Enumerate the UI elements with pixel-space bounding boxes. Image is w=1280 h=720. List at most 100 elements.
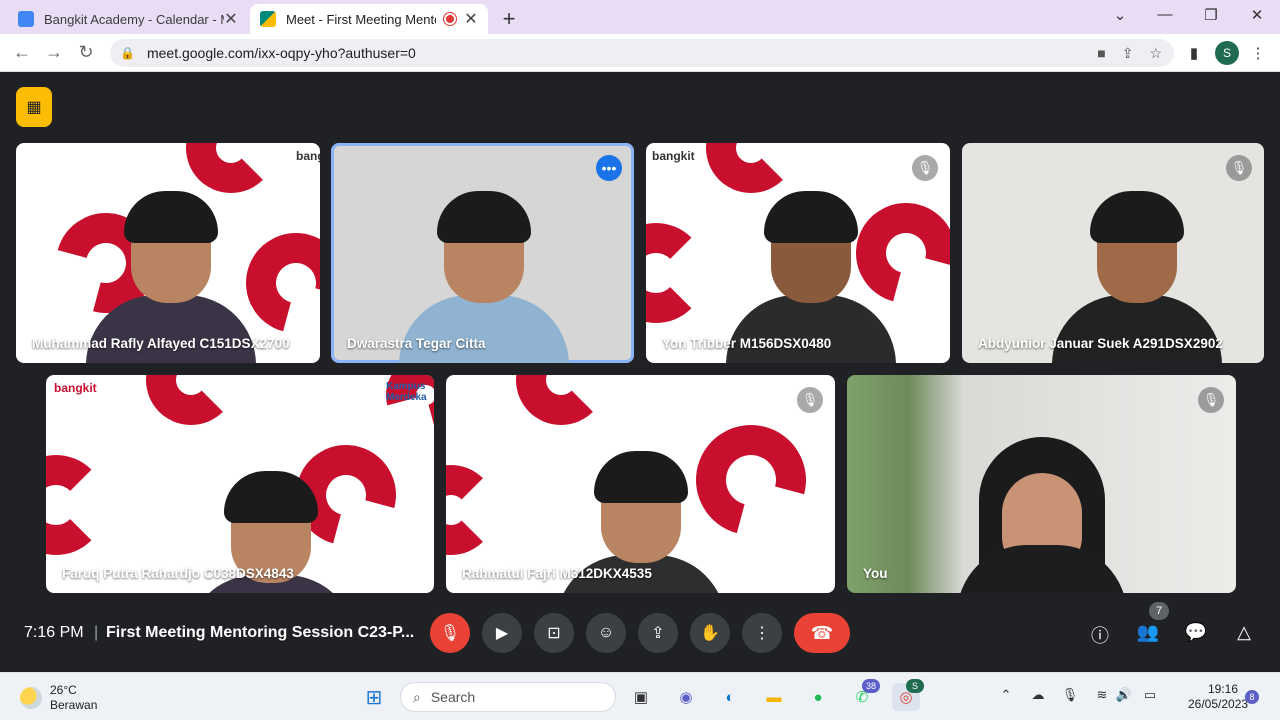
more-options-icon[interactable]: •••: [596, 155, 622, 181]
meet-stage: ▦ bangkit Muhammad Rafly Alfayed C151DSX…: [0, 72, 1280, 672]
bangkit-logo: bangkit: [296, 149, 320, 163]
chrome-menu-icon[interactable]: ⋮: [1248, 44, 1268, 62]
url-text: meet.google.com/ixx-oqpy-yho?authuser=0: [146, 45, 416, 61]
mic-off-icon: 🎙: [1226, 155, 1252, 181]
close-tab-icon[interactable]: ✕: [464, 9, 478, 29]
close-window-icon[interactable]: ✕: [1247, 6, 1267, 24]
side-panel-icon[interactable]: ▮: [1184, 44, 1204, 62]
tab-meet[interactable]: Meet - First Meeting Mentor ✕: [250, 4, 488, 34]
microphone-icon[interactable]: 🎙: [1061, 687, 1079, 703]
volume-icon[interactable]: 🔊: [1115, 687, 1133, 703]
participant-tile-active[interactable]: ••• Dwarastra Tegar Citta: [331, 143, 634, 363]
weather-widget[interactable]: 26°C Berawan: [20, 683, 97, 713]
bangkit-logo: bangkit: [54, 381, 97, 395]
close-tab-icon[interactable]: ✕: [224, 9, 238, 29]
address-toolbar: ← → ↻ 🔒 meet.google.com/ixx-oqpy-yho?aut…: [0, 34, 1280, 72]
restore-icon[interactable]: ❐: [1201, 6, 1221, 24]
raise-hand-button[interactable]: ✋: [690, 613, 730, 653]
present-screen-button[interactable]: ⇪: [638, 613, 678, 653]
clock-date: 26/05/2023: [1188, 697, 1249, 711]
share-icon[interactable]: ⇪: [1122, 45, 1134, 62]
tab-search-icon[interactable]: ⌄: [1110, 6, 1130, 24]
bangkit-background-shape: [516, 375, 606, 425]
spotify-icon[interactable]: ●: [804, 683, 832, 711]
participant-tile[interactable]: bangkit 🎙 Yon Tribber M156DSX0480: [646, 143, 950, 363]
forward-icon[interactable]: →: [44, 42, 64, 63]
meet-control-bar: 7:16 PM | First Meeting Mentoring Sessio…: [0, 602, 1280, 672]
file-explorer-icon[interactable]: ▬: [760, 683, 788, 711]
tab-title: Bangkit Academy - Calendar - M: [44, 11, 224, 27]
minimize-icon[interactable]: —: [1155, 6, 1175, 23]
weather-icon: [20, 687, 42, 709]
browser-tab-strip: Bangkit Academy - Calendar - M ✕ Meet - …: [0, 0, 1280, 34]
search-placeholder: Search: [430, 689, 476, 705]
wifi-icon[interactable]: ≋: [1093, 687, 1111, 703]
participant-name: Yon Tribber M156DSX0480: [662, 336, 832, 351]
back-icon[interactable]: ←: [12, 42, 32, 63]
battery-icon[interactable]: ▭: [1141, 687, 1159, 703]
profile-avatar[interactable]: S: [1215, 41, 1239, 65]
bangkit-background-shape: [646, 223, 706, 323]
no-recording-badge-icon[interactable]: ▦: [16, 87, 52, 127]
kampus-merdeka-logo: Kampus Merdeka: [386, 381, 427, 403]
participant-name: Abdyunior Januar Suek A291DSX2902: [978, 336, 1223, 351]
windows-start-icon[interactable]: ⊞: [360, 683, 388, 711]
system-clock[interactable]: 19:16 26/05/2023: [1188, 682, 1249, 712]
participant-name: You: [863, 566, 888, 581]
bangkit-background-shape: [446, 465, 496, 555]
activities-icon[interactable]: △: [1232, 622, 1256, 643]
weather-desc: Berawan: [50, 698, 98, 712]
participant-tile[interactable]: bangkit Kampus Merdeka Faruq Putra Rahar…: [46, 375, 434, 593]
teams-meet-icon[interactable]: ◉: [672, 683, 700, 711]
url-bar[interactable]: 🔒 meet.google.com/ixx-oqpy-yho?authuser=…: [110, 39, 1174, 67]
participant-name: Rahmatul Fajri M312DKX4535: [462, 566, 652, 581]
bookmark-star-icon[interactable]: ☆: [1149, 45, 1162, 62]
people-icon[interactable]: 👥: [1136, 622, 1160, 643]
lock-icon: 🔒: [120, 46, 135, 60]
bangkit-logo: bangkit: [652, 149, 695, 163]
bangkit-background-shape: [46, 455, 106, 555]
task-view-icon[interactable]: ▣: [627, 683, 655, 711]
emoji-reaction-button[interactable]: ☺: [586, 613, 626, 653]
calendar-favicon-icon: [18, 11, 34, 27]
participant-tile[interactable]: 🎙 Abdyunior Januar Suek A291DSX2902: [962, 143, 1264, 363]
separator: |: [94, 624, 99, 641]
mic-off-icon: 🎙: [912, 155, 938, 181]
onedrive-icon[interactable]: ☁: [1029, 687, 1047, 703]
whatsapp-badge: 38: [862, 679, 880, 693]
captions-button[interactable]: ⊡: [534, 613, 574, 653]
weather-temp: 26°C: [50, 683, 77, 697]
search-icon: ⌕: [413, 688, 421, 705]
bangkit-background-shape: [146, 375, 236, 425]
more-options-button[interactable]: ⋮: [742, 613, 782, 653]
clock-time: 19:16: [1207, 682, 1238, 696]
self-video: [957, 433, 1127, 593]
edge-icon[interactable]: ◐: [716, 683, 744, 711]
chrome-profile-badge: S: [906, 679, 924, 693]
participant-name: Dwarastra Tegar Citta: [347, 336, 486, 351]
participant-tile[interactable]: 🎙 Rahmatul Fajri M312DKX4535: [446, 375, 835, 593]
self-tile[interactable]: 🎙 You: [847, 375, 1236, 593]
windows-taskbar: 26°C Berawan ⊞ ⌕ Search ▣ ◉ ◐ ▬ ● ✆ 38 ◎…: [0, 672, 1280, 720]
meeting-info-icon[interactable]: ⓘ: [1088, 622, 1112, 648]
participant-tile[interactable]: bangkit Muhammad Rafly Alfayed C151DSX27…: [16, 143, 320, 363]
mic-off-icon: 🎙: [1198, 387, 1224, 413]
show-hidden-icons-icon[interactable]: ⌃: [997, 687, 1015, 703]
meeting-title: First Meeting Mentoring Session C23-P...: [106, 624, 415, 641]
meet-favicon-icon: [260, 11, 276, 27]
mic-off-icon: 🎙: [797, 387, 823, 413]
participant-count-badge: 7: [1149, 602, 1169, 620]
taskbar-search[interactable]: ⌕ Search: [400, 682, 616, 712]
reload-icon[interactable]: ↻: [76, 42, 96, 63]
new-tab-button[interactable]: +: [498, 6, 520, 32]
participant-name: Faruq Putra Rahardjo C038DSX4843: [62, 566, 294, 581]
mic-toggle-button[interactable]: 🎙: [430, 613, 470, 653]
leave-call-button[interactable]: ☎: [794, 613, 850, 653]
meeting-clock: 7:16 PM: [24, 624, 84, 641]
chat-icon[interactable]: 💬: [1184, 622, 1208, 643]
tab-calendar[interactable]: Bangkit Academy - Calendar - M ✕: [8, 4, 248, 34]
camera-icon[interactable]: ■: [1097, 45, 1105, 62]
camera-toggle-button[interactable]: ▶: [482, 613, 522, 653]
recording-icon: [444, 13, 456, 25]
notification-badge[interactable]: 8: [1245, 690, 1259, 704]
